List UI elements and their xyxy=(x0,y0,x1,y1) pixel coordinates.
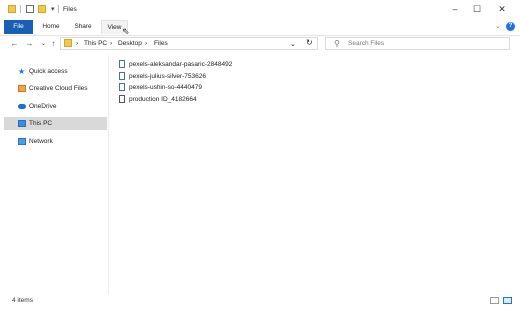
image-file-icon xyxy=(119,72,125,80)
file-name: pexels-aleksandar-pasaric-2848492 xyxy=(129,61,233,68)
tab-share[interactable]: Share xyxy=(70,20,96,34)
network-icon xyxy=(18,138,26,145)
help-icon[interactable]: ? xyxy=(506,22,515,31)
sidebar-item-label: This PC xyxy=(29,120,53,127)
new-folder-icon[interactable] xyxy=(38,5,46,13)
breadcrumb-files[interactable]: Files xyxy=(154,40,168,47)
list-item[interactable]: pexels-aleksandar-pasaric-2848492 xyxy=(119,59,299,70)
expand-ribbon-icon[interactable]: ⌄ xyxy=(495,22,501,30)
tab-home[interactable]: Home xyxy=(38,20,64,34)
divider xyxy=(20,5,21,13)
list-item[interactable]: pexels-ushin-so-4440479 xyxy=(119,82,299,93)
video-file-icon xyxy=(119,95,125,103)
search-icon: ⚲ xyxy=(334,39,340,48)
image-file-icon xyxy=(119,83,125,91)
search-placeholder: Search Files xyxy=(348,40,385,47)
sidebar-item-network[interactable]: Network xyxy=(4,135,107,148)
cloud-icon xyxy=(18,104,26,109)
forward-button[interactable]: → xyxy=(24,38,35,50)
maximize-button[interactable]: ☐ xyxy=(469,3,485,15)
creative-cloud-icon xyxy=(18,85,26,92)
minimize-button[interactable]: – xyxy=(447,3,463,15)
sidebar-item-label: Quick access xyxy=(29,68,68,75)
back-button[interactable]: ← xyxy=(9,38,20,50)
mouse-cursor-icon: ⇖ xyxy=(122,26,130,36)
chevron-right-icon: › xyxy=(145,40,148,47)
details-view-icon[interactable] xyxy=(490,297,499,304)
refresh-icon[interactable]: ↻ xyxy=(306,38,313,47)
file-name: pexels-julius-silver-753626 xyxy=(129,73,206,80)
breadcrumb-this-pc[interactable]: This PC xyxy=(84,40,107,47)
status-bar xyxy=(0,295,520,312)
divider xyxy=(58,5,59,13)
star-icon: ★ xyxy=(18,67,26,76)
breadcrumb-desktop[interactable]: Desktop xyxy=(118,40,142,47)
file-name: pexels-ushin-so-4440479 xyxy=(129,84,202,91)
address-dropdown-icon[interactable]: ⌄ xyxy=(290,40,296,48)
computer-icon xyxy=(18,120,26,127)
sidebar-item-label: OneDrive xyxy=(29,103,57,110)
sidebar-item-quick-access[interactable]: ★ Quick access xyxy=(4,65,107,78)
file-name: production ID_4182664 xyxy=(129,96,197,103)
sidebar-item-label: Creative Cloud Files xyxy=(29,85,88,92)
customize-quick-access-icon[interactable]: ▾ xyxy=(51,5,55,13)
up-button[interactable]: ↑ xyxy=(48,38,59,50)
large-icons-view-icon[interactable] xyxy=(503,297,512,304)
list-item[interactable]: production ID_4182664 xyxy=(119,94,299,105)
folder-icon xyxy=(8,5,16,13)
image-file-icon xyxy=(119,60,125,68)
sidebar-item-label: Network xyxy=(29,138,53,145)
sidebar-item-onedrive[interactable]: OneDrive xyxy=(4,100,107,113)
chevron-right-icon: › xyxy=(110,40,113,47)
chevron-right-icon: › xyxy=(76,40,79,47)
title-bar xyxy=(0,0,520,19)
window-title: Files xyxy=(63,6,77,13)
sidebar-item-this-pc[interactable]: This PC xyxy=(4,117,107,130)
tab-file[interactable]: File xyxy=(4,20,33,34)
sidebar-item-creative-cloud-files[interactable]: Creative Cloud Files xyxy=(4,82,107,95)
list-item[interactable]: pexels-julius-silver-753626 xyxy=(119,71,299,82)
properties-icon[interactable] xyxy=(26,5,34,13)
folder-icon xyxy=(64,39,72,47)
close-button[interactable]: ✕ xyxy=(494,3,510,15)
item-count: 4 items xyxy=(12,297,33,304)
